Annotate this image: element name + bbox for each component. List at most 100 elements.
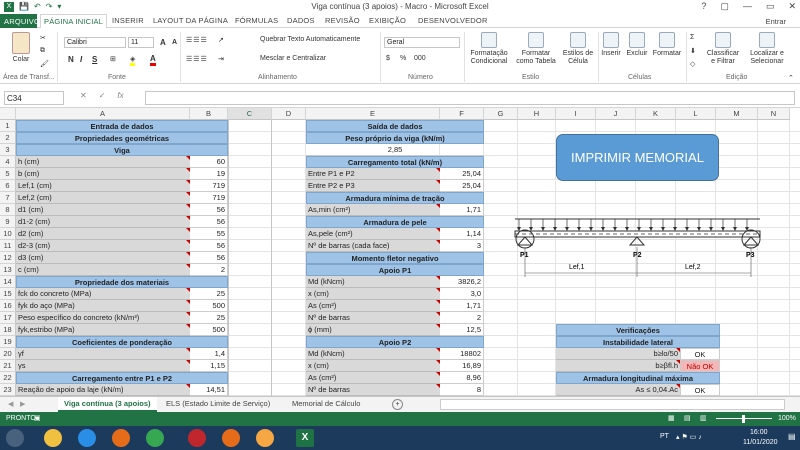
row-header[interactable]: 14 — [0, 276, 16, 288]
next-sheet-icon[interactable]: ▶ — [20, 400, 25, 408]
row-header[interactable]: 7 — [0, 192, 16, 204]
tab-file[interactable]: ARQUIVO — [0, 14, 40, 28]
number-format-select[interactable]: Geral — [384, 37, 460, 48]
find-select-button[interactable]: Localizar e Selecionar — [744, 32, 790, 66]
help-icon[interactable]: ? — [701, 1, 706, 12]
format-painter-icon[interactable]: 🖌 — [40, 60, 49, 68]
column-header[interactable]: J — [596, 108, 636, 120]
column-header[interactable]: K — [636, 108, 676, 120]
input-value[interactable]: 56 — [190, 252, 228, 264]
conditional-formatting-button[interactable]: Formatação Condicional — [466, 32, 512, 66]
row-header[interactable]: 23 — [0, 384, 16, 396]
row-header[interactable]: 18 — [0, 324, 16, 336]
input-value[interactable]: 56 — [190, 240, 228, 252]
cut-icon[interactable]: ✂ — [40, 34, 46, 42]
insert-cells-button[interactable]: Inserir — [600, 32, 622, 58]
tab-home[interactable]: PÁGINA INICIAL — [40, 14, 108, 29]
row-header[interactable]: 8 — [0, 204, 16, 216]
row-header[interactable]: 21 — [0, 360, 16, 372]
internet-explorer-icon[interactable] — [78, 429, 96, 447]
row-header[interactable]: 4 — [0, 156, 16, 168]
wrap-text-button[interactable]: Quebrar Texto Automaticamente — [260, 36, 360, 43]
tab-data[interactable]: DADOS — [287, 16, 315, 25]
autosum-icon[interactable]: Σ — [690, 34, 694, 41]
row-header[interactable]: 12 — [0, 252, 16, 264]
add-sheet-icon[interactable]: + — [392, 399, 403, 410]
row-header[interactable]: 1 — [0, 120, 16, 132]
file-explorer-icon[interactable] — [44, 429, 62, 447]
excel-taskbar-icon[interactable]: X — [296, 429, 314, 447]
insert-function-icon[interactable]: fx — [117, 91, 123, 100]
input-value[interactable]: 56 — [190, 216, 228, 228]
column-header[interactable]: C — [228, 108, 272, 120]
zoom-slider-thumb[interactable] — [742, 415, 745, 423]
column-header[interactable]: A — [16, 108, 190, 120]
row-header[interactable]: 20 — [0, 348, 16, 360]
copy-icon[interactable]: ⧉ — [40, 47, 45, 55]
align-left-icons[interactable]: ☰☰☰ — [186, 55, 208, 63]
font-size-select[interactable]: 11 — [128, 37, 154, 48]
tab-page-layout[interactable]: LAYOUT DA PÁGINA — [153, 16, 228, 25]
input-value[interactable]: 719 — [190, 180, 228, 192]
italic-button[interactable]: I — [80, 55, 82, 64]
sort-filter-button[interactable]: Classificar e Filtrar — [704, 32, 742, 66]
ribbon-display-icon[interactable]: ▢ — [720, 1, 729, 12]
normal-view-icon[interactable]: ▦ — [668, 414, 675, 422]
sheet-tab-els[interactable]: ELS (Estado Limite de Serviço) — [160, 397, 276, 412]
row-header[interactable]: 17 — [0, 312, 16, 324]
input-value[interactable]: 25 — [190, 312, 228, 324]
input-value[interactable]: 25 — [190, 288, 228, 300]
input-value[interactable]: 500 — [190, 300, 228, 312]
merge-center-button[interactable]: Mesclar e Centralizar — [260, 55, 326, 62]
column-header[interactable]: N — [758, 108, 790, 120]
borders-icon[interactable]: ⊞ — [110, 55, 116, 63]
tab-view[interactable]: EXIBIÇÃO — [369, 16, 406, 25]
enter-icon[interactable]: ✓ — [99, 91, 106, 100]
shrink-font-button[interactable]: A — [172, 39, 177, 46]
input-value[interactable]: 19 — [190, 168, 228, 180]
page-layout-view-icon[interactable]: ▤ — [684, 414, 691, 422]
grow-font-button[interactable]: A — [160, 38, 166, 47]
row-header[interactable]: 15 — [0, 288, 16, 300]
percent-button[interactable]: % — [400, 55, 406, 62]
tab-formulas[interactable]: FÓRMULAS — [235, 16, 278, 25]
macro-record-icon[interactable]: ▣ — [34, 414, 41, 422]
underline-button[interactable]: S — [92, 55, 97, 64]
currency-button[interactable]: $ — [386, 55, 390, 62]
minimize-icon[interactable]: — — [743, 1, 752, 12]
name-box[interactable]: C34 — [4, 91, 64, 105]
fill-icon[interactable]: ⬇ — [690, 47, 696, 55]
format-as-table-button[interactable]: Formatar como Tabela — [513, 32, 559, 66]
restore-icon[interactable]: ▭ — [766, 1, 775, 12]
horizontal-scrollbar[interactable] — [440, 399, 785, 410]
column-header[interactable]: G — [484, 108, 518, 120]
input-value[interactable]: 2 — [190, 264, 228, 276]
orientation-icon[interactable]: ↗ — [218, 36, 224, 44]
zoom-level[interactable]: 100% — [778, 415, 796, 422]
input-value[interactable]: 56 — [190, 204, 228, 216]
input-value[interactable]: 14,51 — [190, 384, 228, 396]
format-cells-button[interactable]: Formatar — [652, 32, 682, 58]
print-memorial-button[interactable]: IMPRIMIR MEMORIAL — [556, 134, 719, 181]
font-color-button[interactable]: A — [150, 54, 156, 66]
font-name-select[interactable]: Calibri — [64, 37, 126, 48]
column-header[interactable]: H — [518, 108, 556, 120]
cancel-icon[interactable]: ✕ — [80, 91, 87, 100]
delete-cells-button[interactable]: Excluir — [624, 32, 650, 58]
tab-insert[interactable]: INSERIR — [112, 16, 144, 25]
row-header[interactable]: 2 — [0, 132, 16, 144]
prev-sheet-icon[interactable]: ◀ — [8, 400, 13, 408]
input-value[interactable]: 500 — [190, 324, 228, 336]
row-header[interactable]: 13 — [0, 264, 16, 276]
column-header[interactable]: L — [676, 108, 716, 120]
column-header[interactable]: M — [716, 108, 758, 120]
tray-icons[interactable]: ▴ ⚑ ▭ ♪ — [676, 433, 702, 441]
app-icon[interactable] — [256, 429, 274, 447]
firefox-2-icon[interactable] — [222, 429, 240, 447]
comma-button[interactable]: 000 — [414, 55, 426, 62]
input-value[interactable]: 719 — [190, 192, 228, 204]
row-header[interactable]: 22 — [0, 372, 16, 384]
firefox-icon[interactable] — [112, 429, 130, 447]
tab-developer[interactable]: DESENVOLVEDOR — [418, 16, 488, 25]
align-top-icons[interactable]: ☰☰☰ — [186, 36, 208, 44]
